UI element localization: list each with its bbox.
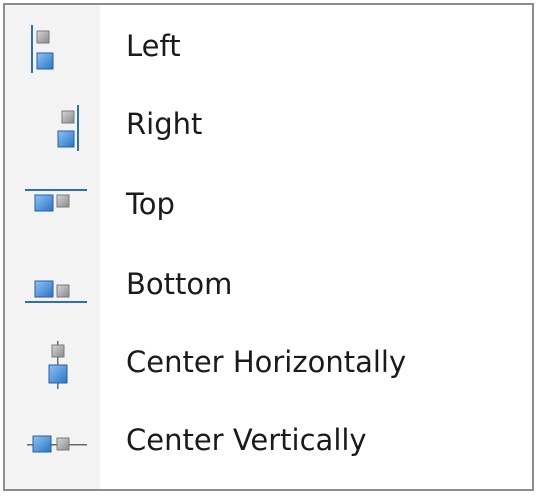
menu-item-label: Top (126, 187, 175, 221)
align-top-icon (25, 181, 89, 233)
alignment-menu: Left Right Top Bottom Center Horizontall… (3, 3, 534, 491)
menu-item-center-vertically[interactable]: Center Vertically (5, 407, 532, 477)
align-left-icon (25, 23, 89, 75)
menu-item-left[interactable]: Left (5, 13, 532, 83)
menu-item-center-horizontally[interactable]: Center Horizontally (5, 329, 532, 399)
menu-item-label: Right (126, 107, 203, 141)
align-bottom-icon (25, 261, 89, 313)
menu-item-top[interactable]: Top (5, 171, 532, 241)
menu-item-label: Center Horizontally (126, 345, 407, 379)
align-center-horizontally-icon (25, 339, 89, 391)
align-center-vertically-icon (25, 417, 89, 469)
menu-item-right[interactable]: Right (5, 91, 532, 161)
menu-item-label: Bottom (126, 267, 233, 301)
menu-item-bottom[interactable]: Bottom (5, 251, 532, 321)
menu-item-label: Left (126, 29, 181, 63)
align-right-icon (25, 101, 89, 153)
menu-item-label: Center Vertically (126, 423, 367, 457)
